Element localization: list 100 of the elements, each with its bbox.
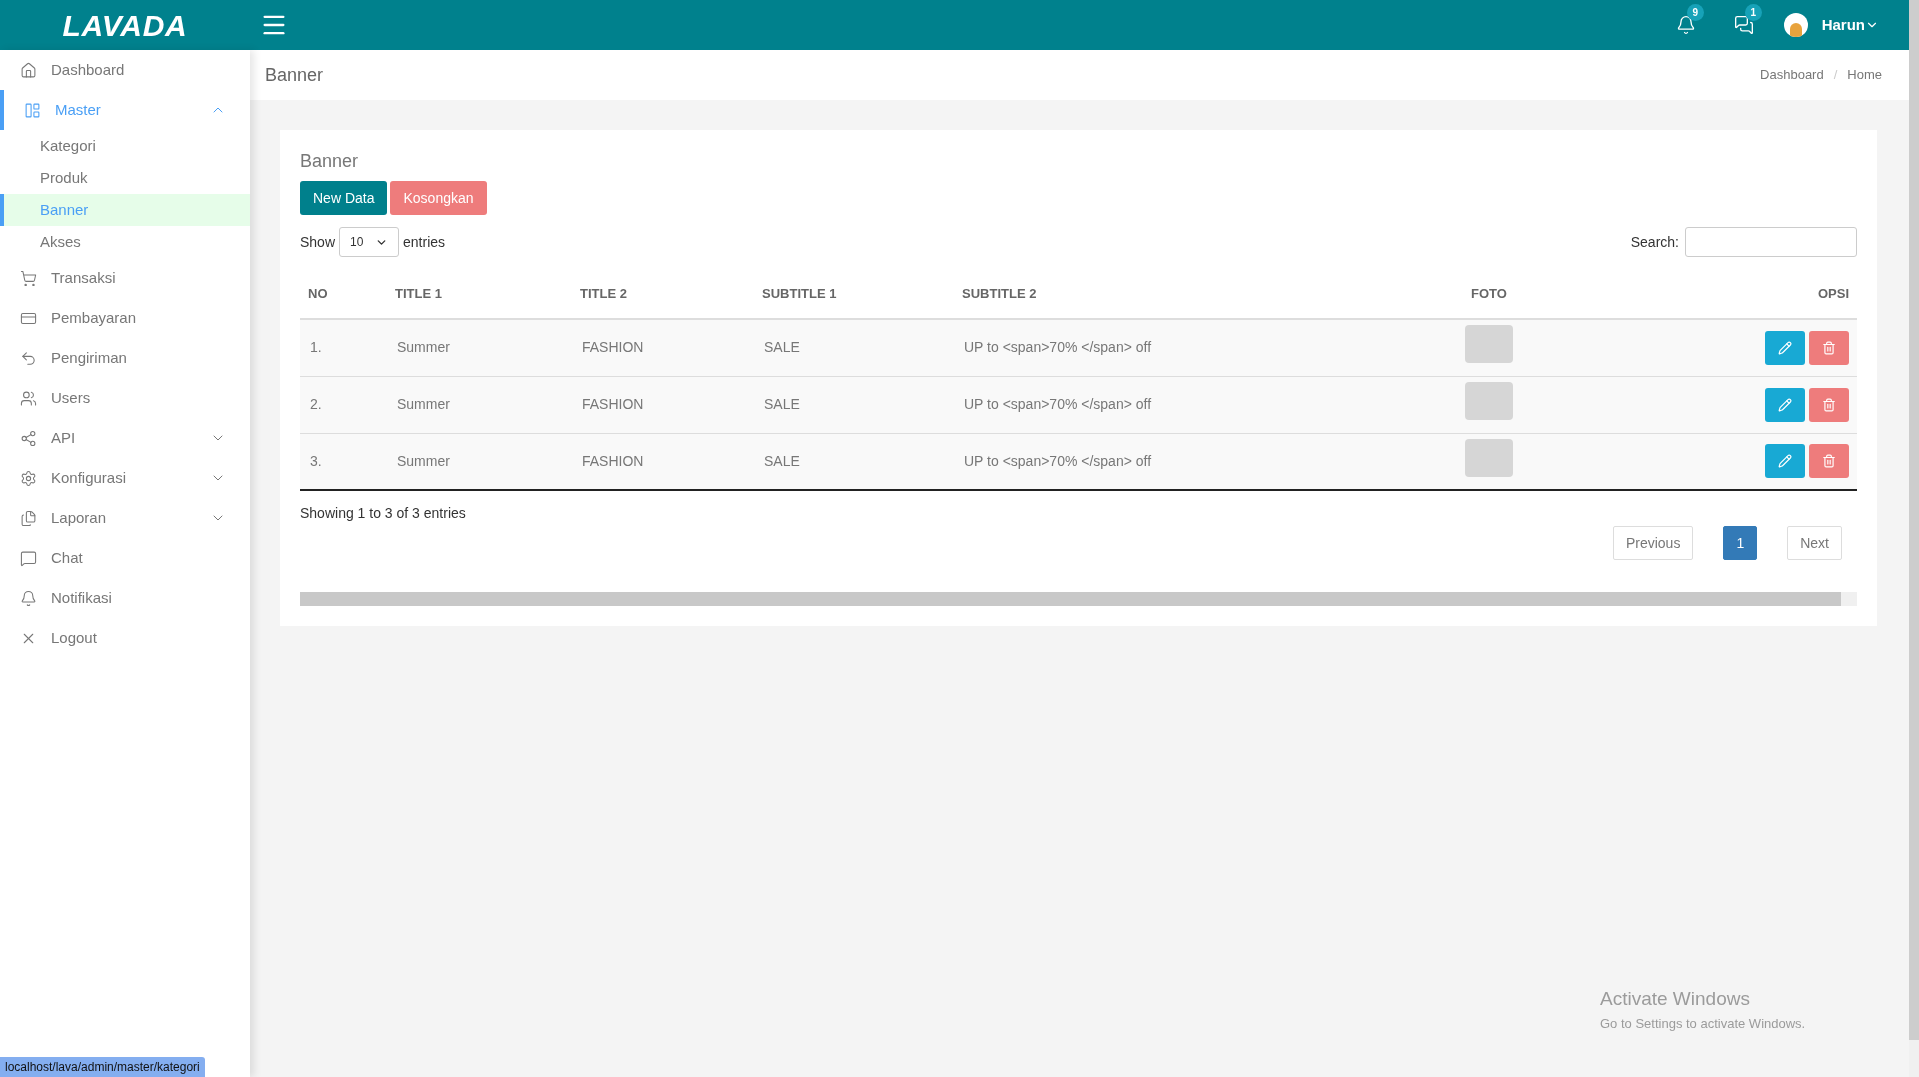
- submenu-item[interactable]: Kategori: [0, 130, 250, 162]
- entries-label: entries: [403, 232, 446, 252]
- chat-icon: [20, 549, 37, 567]
- table-info: Showing 1 to 3 of 3 entries: [300, 504, 467, 523]
- table-cell: FASHION: [572, 319, 754, 376]
- delete-button[interactable]: [1809, 387, 1849, 422]
- sidebar-label: API: [51, 427, 77, 448]
- search-field[interactable]: [1685, 227, 1857, 257]
- share-icon: [20, 429, 37, 447]
- column-header: SUBTITLE 1: [754, 269, 954, 319]
- column-header: OPSI: [1564, 269, 1857, 319]
- sidebar-item[interactable]: Logout: [0, 618, 250, 658]
- photo-placeholder: [1465, 325, 1513, 364]
- activation-title: Activate Windows: [1600, 987, 1751, 1011]
- sidebar-item[interactable]: Laporan: [0, 498, 250, 538]
- trash-icon: [1822, 397, 1836, 412]
- horizontal-scrollbar[interactable]: [300, 592, 1857, 606]
- sidebar-item[interactable]: Pengiriman: [0, 338, 250, 378]
- table-cell: UP to <span>70% </span> off: [954, 376, 1414, 433]
- column-header: TITLE 2: [572, 269, 754, 319]
- sidebar-label: Dashboard: [51, 59, 126, 80]
- column-header: NO: [300, 269, 387, 319]
- cart-icon: [20, 269, 37, 287]
- sidebar-label: Master: [55, 99, 102, 120]
- pencil-icon: [1778, 340, 1792, 355]
- column-header: FOTO: [1414, 269, 1564, 319]
- action-button[interactable]: Kosongkan: [390, 181, 487, 215]
- sidebar-label: Laporan: [51, 507, 108, 528]
- delete-button[interactable]: [1809, 444, 1849, 479]
- sidebar-item[interactable]: Users: [0, 378, 250, 418]
- layout-icon: [24, 101, 41, 119]
- sidebar-label: Notifikasi: [51, 587, 113, 608]
- table-cell: Summer: [387, 319, 572, 376]
- user-menu[interactable]: Harun: [1821, 13, 1879, 37]
- breadcrumb-link[interactable]: Home: [1847, 65, 1882, 85]
- activation-subtitle: Go to Settings to activate Windows.: [1600, 1014, 1806, 1033]
- pencil-icon: [1778, 454, 1792, 469]
- message-badge: 1: [1744, 4, 1762, 21]
- bell-icon[interactable]: [1675, 15, 1696, 35]
- edit-button[interactable]: [1765, 444, 1805, 479]
- submenu-item[interactable]: Akses: [0, 226, 250, 258]
- sidebar-item[interactable]: Chat: [0, 538, 250, 578]
- notification-badge: 9: [1686, 4, 1704, 21]
- sidebar-label: Pembayaran: [51, 307, 138, 328]
- edit-button[interactable]: [1765, 387, 1805, 422]
- pagination-button[interactable]: 1: [1723, 526, 1758, 560]
- settings-icon: [20, 469, 37, 487]
- sidebar-label: Konfigurasi: [51, 467, 128, 488]
- files-icon: [20, 509, 37, 527]
- table-cell: 2.: [300, 376, 387, 433]
- submenu-item[interactable]: Banner: [0, 194, 250, 226]
- submenu-item[interactable]: Produk: [0, 162, 250, 194]
- photo-placeholder: [1465, 438, 1513, 477]
- table-cell: 1.: [300, 319, 387, 376]
- table-cell: FASHION: [572, 376, 754, 433]
- action-button[interactable]: New Data: [300, 181, 388, 215]
- column-header: TITLE 1: [387, 269, 572, 319]
- pagination-button[interactable]: Previous: [1612, 526, 1694, 560]
- users-icon: [20, 389, 37, 407]
- trash-icon: [1822, 340, 1836, 355]
- sidebar-label: Chat: [51, 547, 84, 568]
- status-url: localhost/lava/admin/master/kategori: [0, 1057, 205, 1077]
- sidebar-label: Pengiriman: [51, 347, 128, 368]
- delete-button[interactable]: [1809, 330, 1849, 365]
- table-cell: UP to <span>70% </span> off: [954, 433, 1414, 490]
- breadcrumb-separator: /: [1833, 66, 1838, 85]
- edit-button[interactable]: [1765, 330, 1805, 365]
- sidebar-label: Transaksi: [51, 267, 117, 288]
- return-arrow-icon: [20, 349, 37, 367]
- sidebar-label: Logout: [51, 627, 98, 648]
- sidebar-item[interactable]: API: [0, 418, 250, 458]
- sidebar-label: Users: [51, 387, 92, 408]
- table-cell: 3.: [300, 433, 387, 490]
- avatar[interactable]: [1783, 13, 1808, 37]
- sidebar-item[interactable]: Pembayaran: [0, 298, 250, 338]
- table-cell: FASHION: [572, 433, 754, 490]
- home-icon: [20, 61, 37, 79]
- table-cell: Summer: [387, 376, 572, 433]
- trash-icon: [1822, 454, 1836, 469]
- table-cell: SALE: [754, 319, 954, 376]
- sidebar-item[interactable]: Transaksi: [0, 258, 250, 298]
- photo-placeholder: [1465, 382, 1513, 420]
- entries-select[interactable]: 10: [339, 227, 400, 257]
- bell-icon: [20, 589, 37, 607]
- table-cell: UP to <span>70% </span> off: [954, 319, 1414, 376]
- sidebar-item[interactable]: Konfigurasi: [0, 458, 250, 498]
- show-label: Show: [300, 232, 336, 252]
- column-header: SUBTITLE 2: [954, 269, 1414, 319]
- chat-icon[interactable]: [1733, 15, 1754, 35]
- logo[interactable]: LAVADA: [62, 2, 188, 48]
- vertical-scrollbar[interactable]: [1909, 0, 1919, 1077]
- table-cell: SALE: [754, 376, 954, 433]
- sidebar-item[interactable]: Notifikasi: [0, 578, 250, 618]
- pagination-button[interactable]: Next: [1787, 526, 1842, 560]
- table-cell: Summer: [387, 433, 572, 490]
- table-cell: SALE: [754, 433, 954, 490]
- breadcrumb-link[interactable]: Dashboard: [1760, 65, 1824, 85]
- search-label: Search:: [1630, 232, 1679, 252]
- card-title: Banner: [300, 150, 360, 173]
- sidebar-item[interactable]: Dashboard: [0, 50, 250, 90]
